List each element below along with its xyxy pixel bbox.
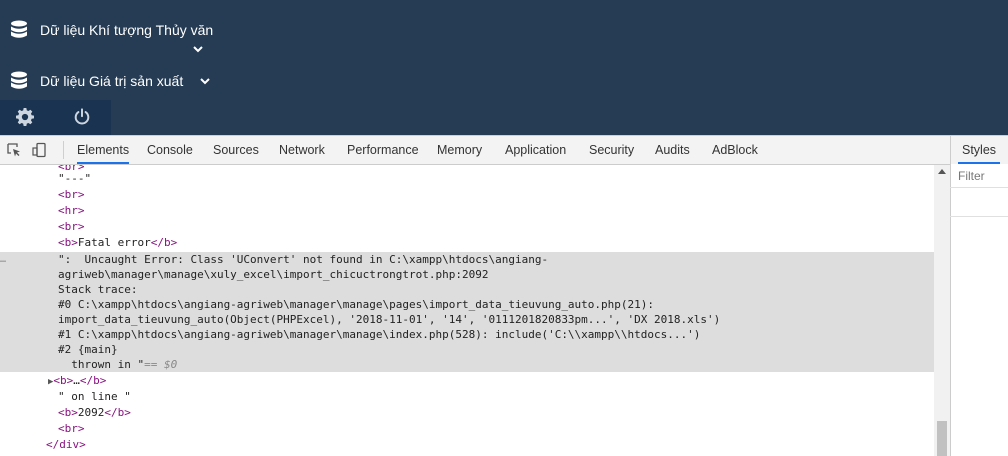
nav-item-hydromet[interactable]: Dữ liệu Khí tượng Thủy văn (10, 20, 213, 40)
device-toolbar-icon[interactable] (31, 142, 47, 158)
nav-item-label: Dữ liệu Giá trị sản xuất (40, 73, 184, 89)
tab-network[interactable]: Network (279, 136, 325, 164)
app-header: Dữ liệu Khí tượng Thủy văn Dữ liệu Giá t… (0, 0, 1008, 135)
dom-node[interactable]: "---" (0, 171, 934, 187)
side-tabbar: Styles (950, 136, 1008, 165)
tab-styles[interactable]: Styles (958, 136, 1001, 164)
styles-filter-input[interactable]: Filter (950, 164, 1008, 188)
devtools-tabbar: Elements Console Sources Network Perform… (0, 136, 950, 165)
dom-tree[interactable]: … <br> "---" <br> <hr> <br> <b>Fatal err… (0, 165, 934, 456)
chevron-down-icon[interactable] (199, 76, 211, 86)
dom-node[interactable]: <b>2092</b> (0, 405, 934, 421)
dom-text-node[interactable]: Stack trace: (0, 282, 934, 298)
gear-icon[interactable] (16, 108, 34, 126)
dom-text-node[interactable]: thrown in "== $0 (0, 357, 934, 373)
scrollbar-thumb[interactable] (937, 421, 947, 456)
dom-text-node[interactable]: #2 {main} (0, 342, 934, 358)
power-icon[interactable] (73, 108, 91, 126)
styles-pane (950, 164, 1008, 456)
nav-item-production-value[interactable]: Dữ liệu Giá trị sản xuất (10, 71, 211, 91)
tab-memory[interactable]: Memory (437, 136, 482, 164)
tab-audits[interactable]: Audits (655, 136, 690, 164)
dom-node[interactable]: " on line " (0, 389, 934, 405)
toolbar-divider (63, 141, 64, 159)
dom-node[interactable]: <br> (0, 187, 934, 203)
scroll-up-arrow-icon[interactable] (938, 169, 946, 174)
dom-text-node[interactable]: #1 C:\xampp\htdocs\angiang-agriweb\manag… (0, 327, 934, 343)
tab-sources[interactable]: Sources (213, 136, 259, 164)
database-icon (11, 71, 27, 89)
dom-tree-scrollbar[interactable] (934, 165, 950, 456)
inspect-element-icon[interactable] (6, 142, 22, 158)
dom-node[interactable]: <br> (0, 219, 934, 235)
dom-node[interactable]: <b>Fatal error</b> (0, 235, 934, 251)
devtools-panel: Elements Console Sources Network Perform… (0, 135, 1008, 456)
dom-text-node[interactable]: agriweb\manager\manage\xuly_excel\import… (0, 267, 934, 283)
chevron-down-icon[interactable] (192, 44, 204, 54)
divider (950, 216, 1008, 217)
dom-node[interactable]: <br> (0, 421, 934, 437)
dom-text-node[interactable]: #0 C:\xampp\htdocs\angiang-agriweb\manag… (0, 297, 934, 313)
tab-adblock[interactable]: AdBlock (712, 136, 758, 164)
dom-node[interactable]: <hr> (0, 203, 934, 219)
sidebar-footer-icons (0, 100, 111, 135)
tab-performance[interactable]: Performance (347, 136, 419, 164)
nav-item-label: Dữ liệu Khí tượng Thủy văn (40, 22, 214, 38)
dom-node[interactable]: ▶<b>…</b> (0, 373, 934, 389)
tab-security[interactable]: Security (589, 136, 634, 164)
dom-text-node[interactable]: import_data_tieuvung_auto(Object(PHPExce… (0, 312, 934, 328)
database-icon (11, 20, 27, 38)
selected-node-marker: == $0 (144, 358, 178, 371)
tab-console[interactable]: Console (147, 136, 193, 164)
tab-application[interactable]: Application (505, 136, 566, 164)
dom-text-node[interactable]: ": Uncaught Error: Class 'UConvert' not … (0, 252, 934, 268)
dom-node[interactable]: </div> (0, 437, 934, 453)
tab-elements[interactable]: Elements (77, 136, 130, 164)
